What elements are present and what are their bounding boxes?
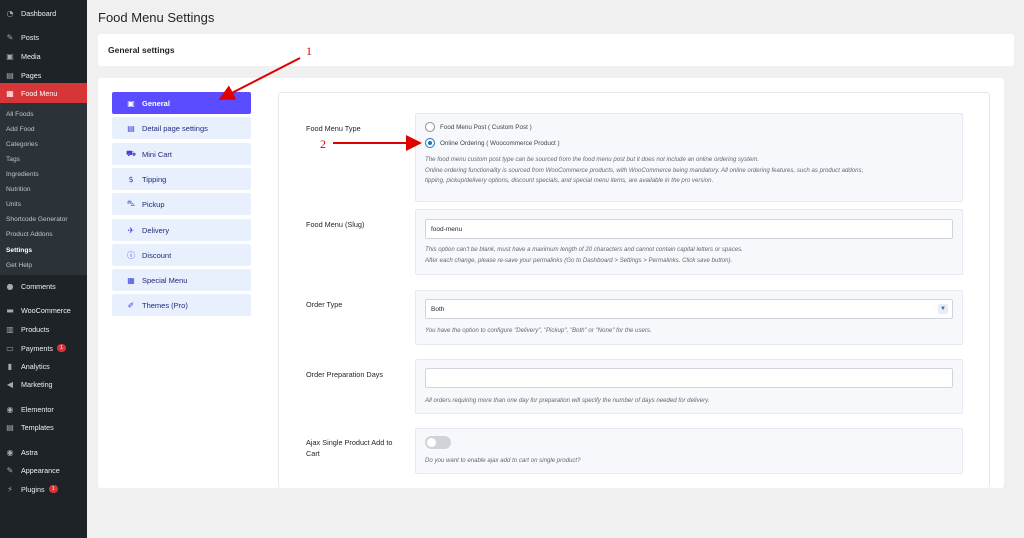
arrow-1	[218, 57, 301, 100]
annotation-arrows	[218, 57, 422, 151]
annotation-number-2: 2	[320, 137, 326, 151]
annotation-number-1: 1	[306, 44, 312, 58]
